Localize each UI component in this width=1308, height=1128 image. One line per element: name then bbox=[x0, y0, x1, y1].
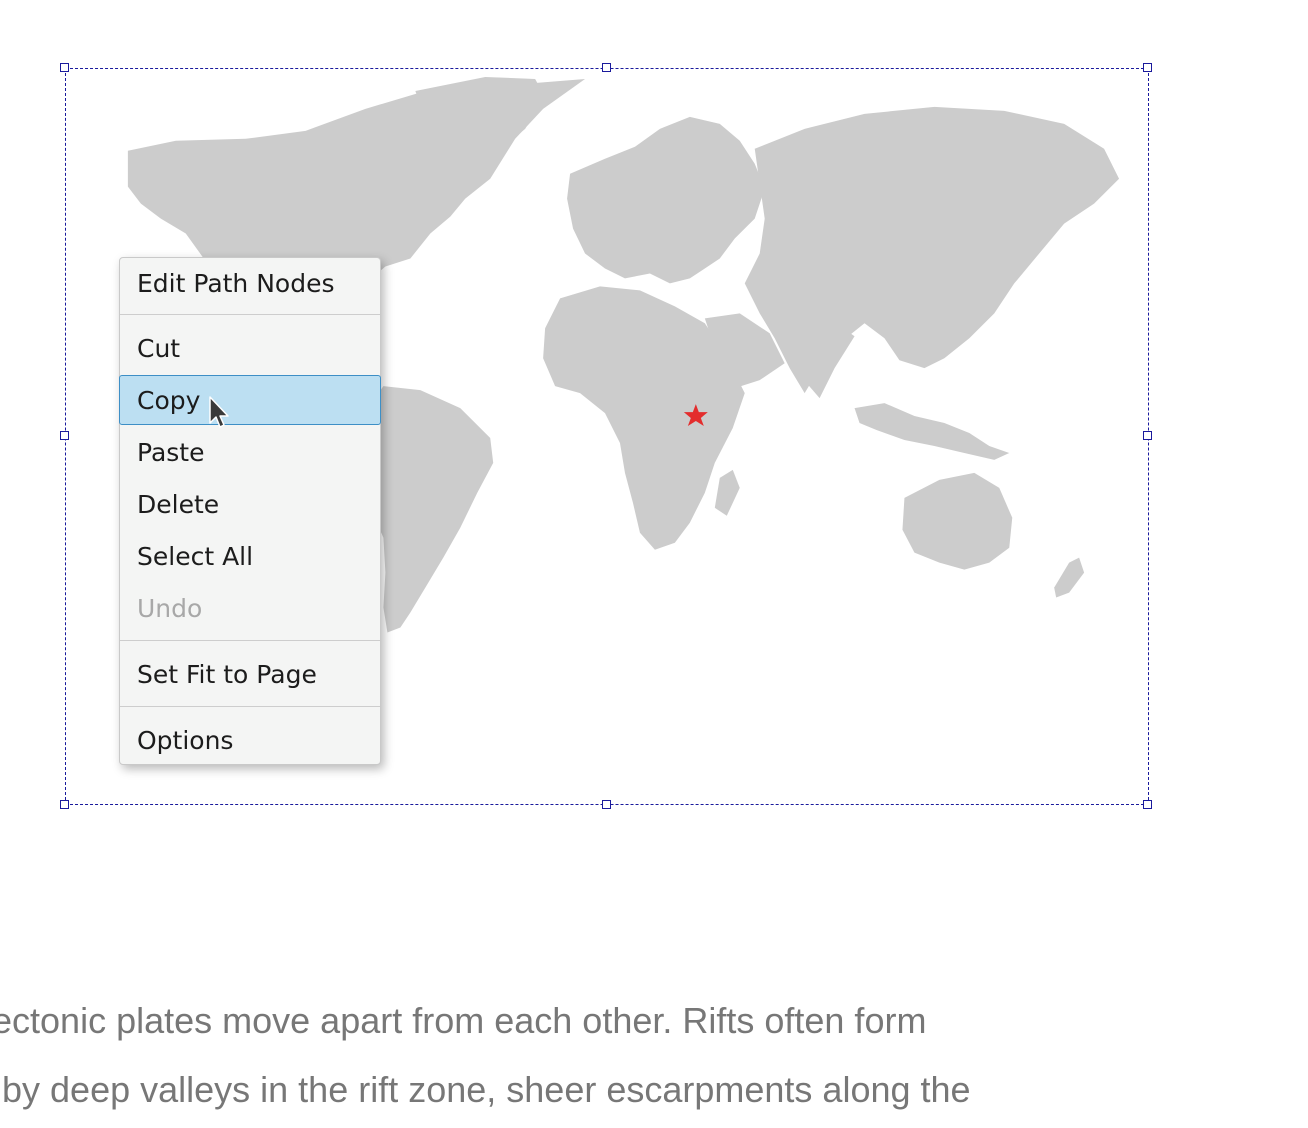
menu-item-edit-path-nodes[interactable]: Edit Path Nodes bbox=[120, 259, 380, 309]
australia-landmass bbox=[902, 472, 1013, 570]
menu-item-select-all[interactable]: Select All bbox=[120, 532, 380, 582]
context-menu: Edit Path Nodes Cut Copy Paste Delete Se… bbox=[119, 257, 381, 765]
new-zealand-landmass bbox=[1054, 557, 1085, 598]
madagascar-landmass bbox=[714, 469, 740, 516]
menu-item-cut[interactable]: Cut bbox=[120, 324, 380, 374]
document-text-line: ectonic plates move apart from each othe… bbox=[0, 1000, 927, 1041]
menu-item-copy[interactable]: Copy bbox=[119, 375, 381, 425]
menu-item-paste[interactable]: Paste bbox=[120, 428, 380, 478]
resize-handle-bottom-middle[interactable] bbox=[602, 800, 611, 809]
menu-separator bbox=[120, 640, 380, 641]
mouse-pointer-icon bbox=[209, 396, 229, 428]
resize-handle-top-right[interactable] bbox=[1143, 63, 1152, 72]
document-text-line: by deep valleys in the rift zone, sheer … bbox=[2, 1069, 971, 1110]
menu-item-options[interactable]: Options bbox=[120, 716, 380, 766]
menu-item-undo: Undo bbox=[137, 594, 203, 623]
resize-handle-middle-left[interactable] bbox=[60, 431, 69, 440]
menu-item-set-fit-to-page[interactable]: Set Fit to Page bbox=[120, 650, 380, 700]
resize-handle-bottom-right[interactable] bbox=[1143, 800, 1152, 809]
menu-item-delete[interactable]: Delete bbox=[120, 480, 380, 530]
menu-separator bbox=[120, 314, 380, 315]
se-asia-islands-landmass bbox=[854, 403, 1010, 460]
menu-separator bbox=[120, 706, 380, 707]
europe-landmass bbox=[567, 116, 765, 284]
resize-handle-middle-right[interactable] bbox=[1143, 431, 1152, 440]
resize-handle-bottom-left[interactable] bbox=[60, 800, 69, 809]
resize-handle-top-left[interactable] bbox=[60, 63, 69, 72]
resize-handle-top-middle[interactable] bbox=[602, 63, 611, 72]
